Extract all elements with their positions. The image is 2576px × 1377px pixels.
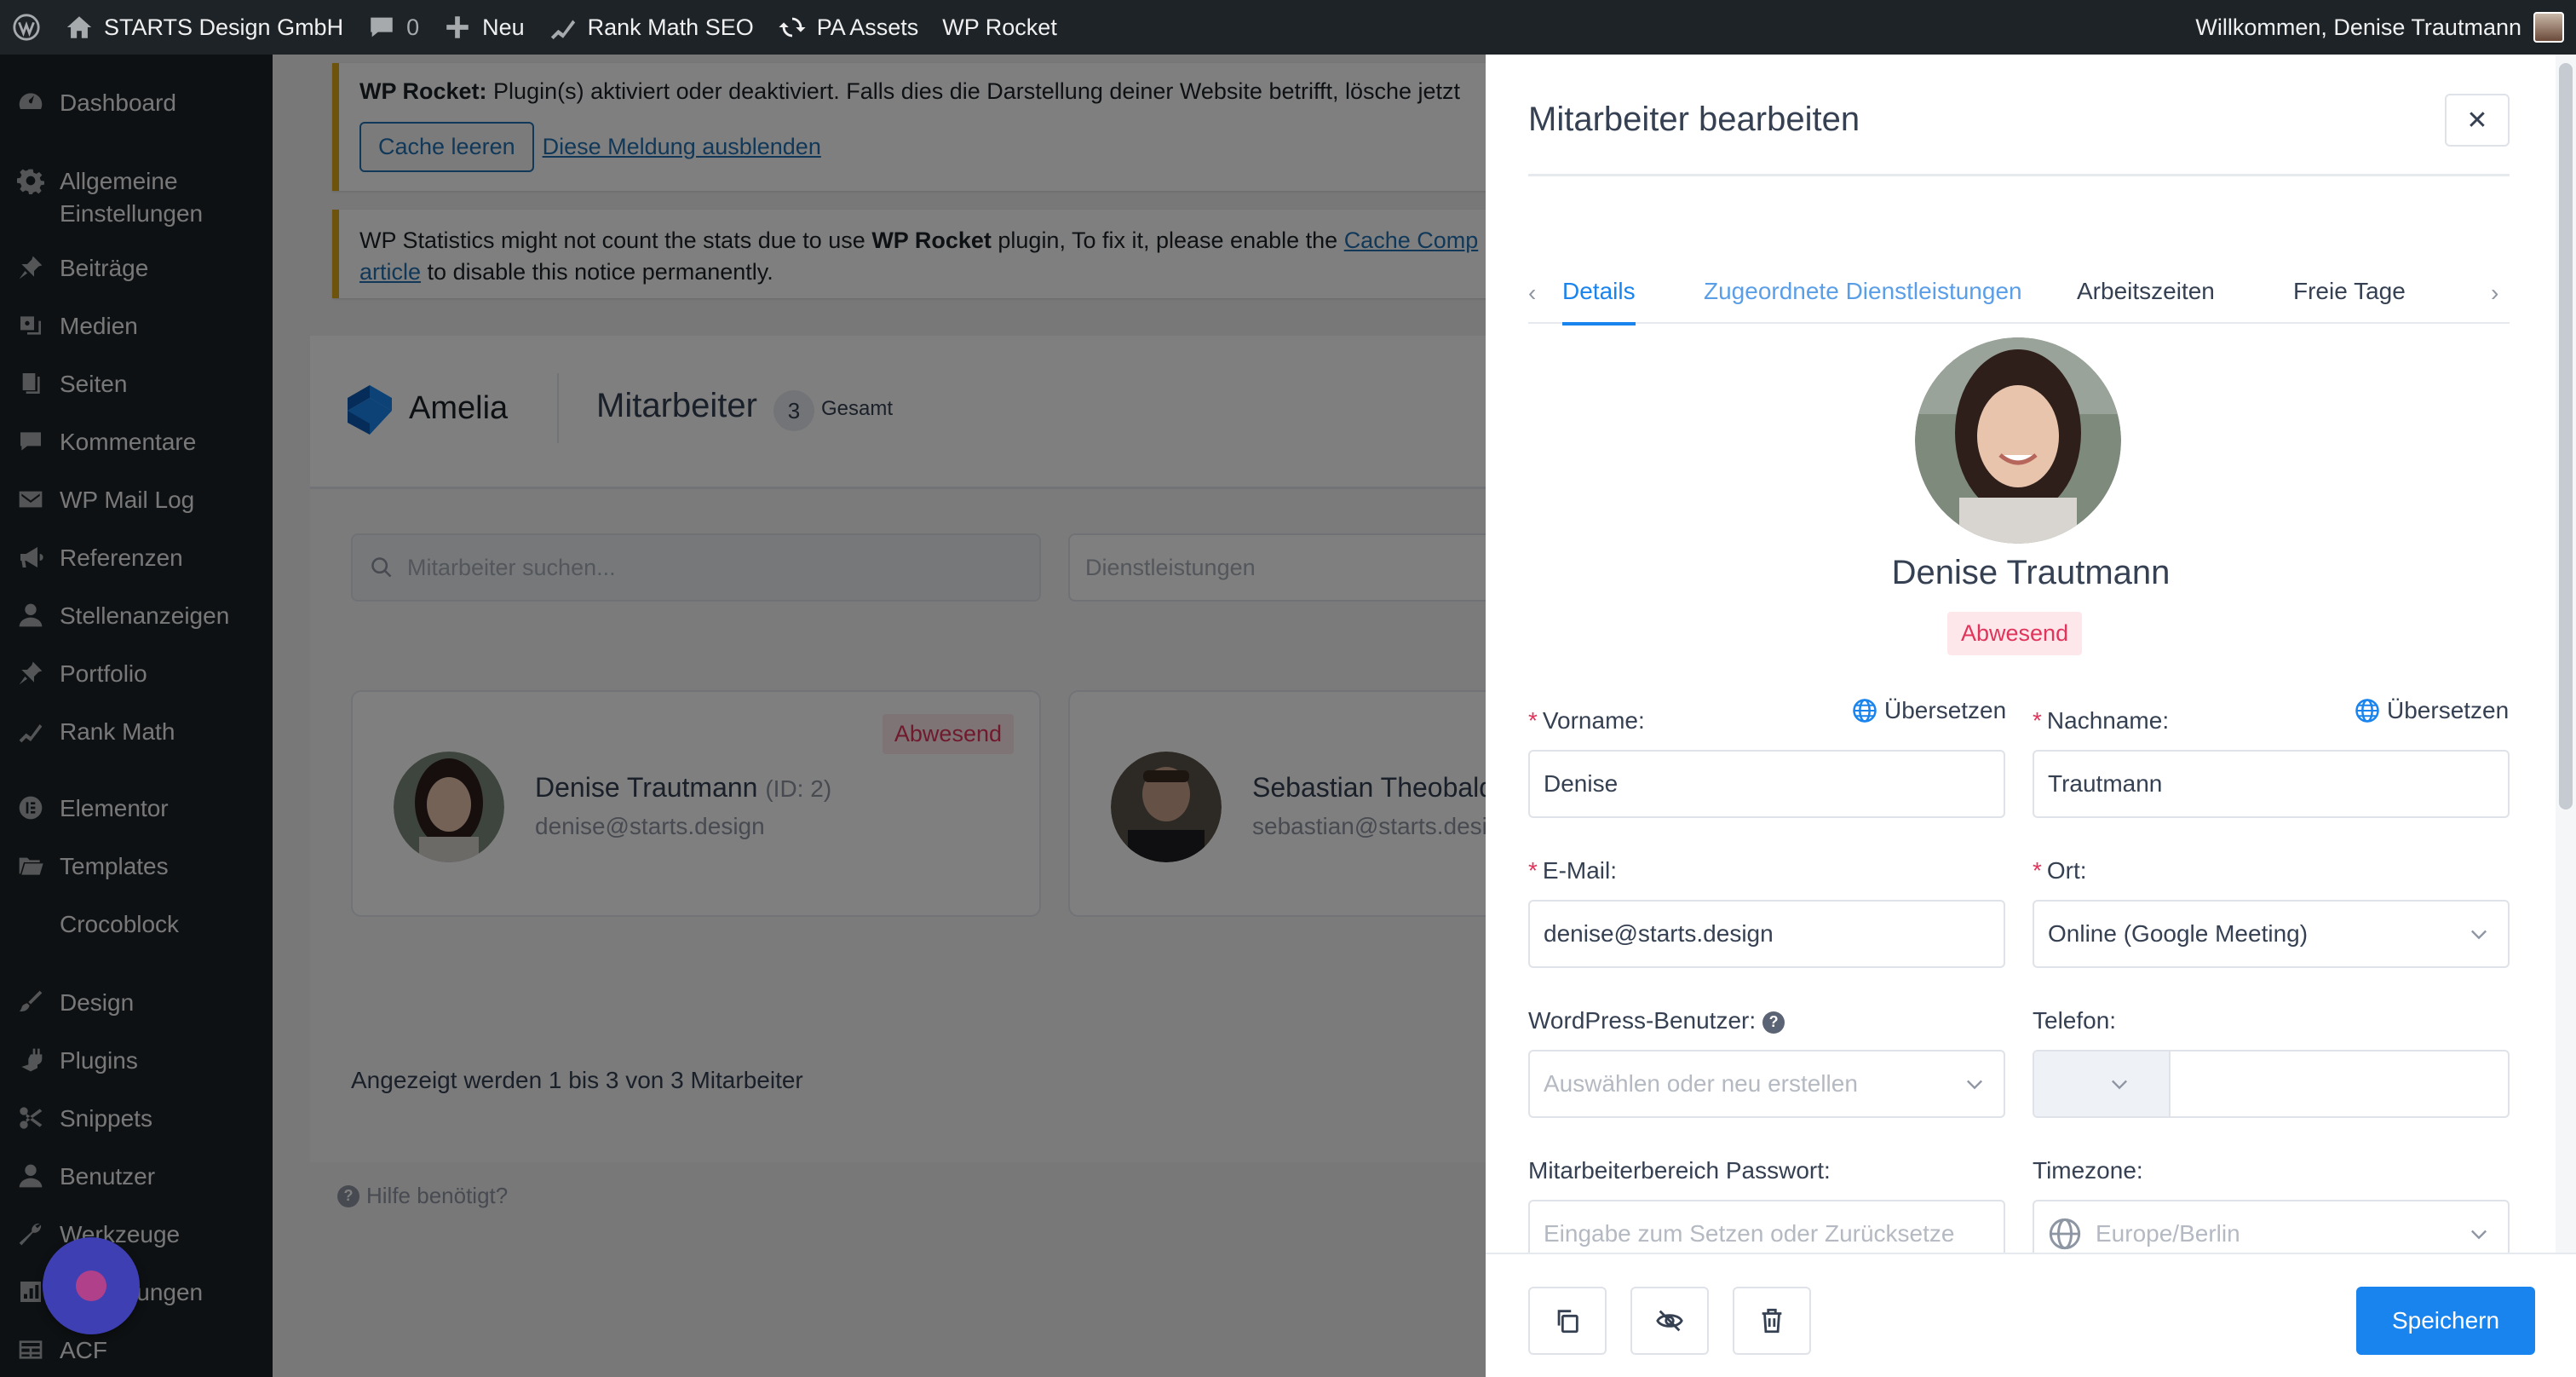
- edit-employee-drawer: Mitarbeiter bearbeiten ✕ ‹ Details Zugeo…: [1486, 55, 2576, 1377]
- tab-working-hours[interactable]: Arbeitszeiten: [2077, 278, 2215, 305]
- chevron-down-icon: [2471, 930, 2487, 940]
- wp-rocket-link[interactable]: WP Rocket: [930, 0, 1069, 55]
- site-name-link[interactable]: STARTS Design GmbH: [53, 0, 355, 55]
- password-label: Mitarbeiterbereich Passwort:: [1528, 1157, 1831, 1184]
- account-menu[interactable]: Willkommen, Denise Trautmann: [2195, 0, 2564, 55]
- rankmath-label: Rank Math SEO: [587, 14, 754, 40]
- profile-name: Denise Trautmann: [1891, 554, 2171, 591]
- wp-user-label: WordPress-Benutzer:?: [1528, 1007, 1785, 1034]
- translate-firstname-button[interactable]: Übersetzen: [1852, 697, 2006, 724]
- question-icon[interactable]: ?: [1762, 1011, 1785, 1034]
- tabs-prev-chevron-icon[interactable]: ‹: [1528, 279, 1536, 307]
- admin-bar: STARTS Design GmbH 0 Neu Rank Math SEO P…: [0, 0, 2576, 55]
- tab-assigned-services[interactable]: Zugeordnete Dienstleistungen: [1704, 278, 2022, 305]
- rankmath-icon: [550, 20, 575, 40]
- globe-icon: [2049, 1218, 2081, 1250]
- firstname-input[interactable]: Denise: [1528, 750, 2005, 818]
- new-content-link[interactable]: Neu: [431, 0, 537, 55]
- email-input[interactable]: denise@starts.design: [1528, 900, 2005, 968]
- plus-icon: [446, 16, 469, 38]
- phone-input[interactable]: [2171, 1051, 2508, 1116]
- eye-off-icon: [1656, 1310, 1683, 1332]
- drawer-divider: [1528, 174, 2510, 176]
- copy-icon: [1557, 1310, 1578, 1334]
- drawer-title: Mitarbeiter bearbeiten: [1528, 101, 1860, 138]
- home-icon: [66, 16, 92, 38]
- email-label-text: E-Mail:: [1542, 857, 1618, 884]
- lastname-input[interactable]: Trautmann: [2033, 750, 2510, 818]
- chevron-down-icon: [2471, 1230, 2487, 1240]
- close-drawer-button[interactable]: ✕: [2445, 94, 2510, 147]
- rankmath-seo-link[interactable]: Rank Math SEO: [537, 0, 766, 55]
- wp-rocket-label: WP Rocket: [942, 14, 1057, 40]
- wp-user-placeholder: Auswählen oder neu erstellen: [1544, 1070, 1858, 1097]
- drawer-tabs: ‹ Details Zugeordnete Dienstleistungen A…: [1528, 256, 2510, 326]
- profile-status-badge: Abwesend: [1947, 612, 2083, 655]
- bubble-dot-icon: [76, 1270, 106, 1301]
- comment-icon: [371, 17, 393, 37]
- tab-details[interactable]: Details: [1562, 278, 1636, 326]
- location-value: Online (Google Meeting): [2048, 920, 2309, 947]
- translate-lastname-button[interactable]: Übersetzen: [2355, 697, 2509, 724]
- drawer-footer: Speichern: [1486, 1253, 2576, 1377]
- translate-label: Übersetzen: [1884, 697, 2007, 723]
- firstname-label: * Vorname:: [1528, 707, 1645, 734]
- pa-assets-link[interactable]: PA Assets: [766, 0, 931, 55]
- wordpress-logo-icon[interactable]: [0, 0, 53, 55]
- close-icon: ✕: [2466, 106, 2488, 135]
- location-select[interactable]: Online (Google Meeting): [2033, 900, 2510, 968]
- trash-icon: [1762, 1308, 1782, 1334]
- wp-user-label-text: WordPress-Benutzer:: [1528, 1007, 1757, 1034]
- lastname-label: * Nachname:: [2033, 707, 2170, 734]
- new-label: Neu: [482, 14, 525, 40]
- comments-link[interactable]: 0: [355, 0, 431, 55]
- timezone-placeholder: Europe/Berlin: [2096, 1220, 2240, 1247]
- location-label-text: Ort:: [2046, 857, 2087, 884]
- duplicate-button[interactable]: [1528, 1287, 1607, 1355]
- globe-icon: [2355, 699, 2379, 723]
- chevron-down-icon: [1967, 1080, 1982, 1090]
- timezone-label: Timezone:: [2033, 1157, 2143, 1184]
- email-label: * E-Mail:: [1528, 857, 1618, 884]
- site-name: STARTS Design GmbH: [104, 14, 344, 40]
- firstname-label-text: Vorname:: [1542, 707, 1645, 734]
- modal-overlay[interactable]: [0, 55, 1486, 1377]
- comments-count: 0: [406, 14, 420, 40]
- globe-icon: [1853, 699, 1877, 723]
- welcome-text: Willkommen, Denise Trautmann: [2195, 14, 2521, 40]
- phone-country-select[interactable]: [2034, 1051, 2171, 1116]
- drawer-scrollbar-thumb[interactable]: [2559, 63, 2573, 809]
- refresh-icon: [779, 17, 806, 37]
- phone-field: [2033, 1050, 2510, 1118]
- pa-assets-label: PA Assets: [816, 14, 919, 40]
- wp-user-select[interactable]: Auswählen oder neu erstellen: [1528, 1050, 2005, 1118]
- chevron-down-icon: [2112, 1080, 2127, 1090]
- lastname-label-text: Nachname:: [2046, 707, 2170, 734]
- tabs-next-chevron-icon[interactable]: ›: [2491, 279, 2498, 307]
- hide-button[interactable]: [1630, 1287, 1709, 1355]
- profile-avatar[interactable]: [1915, 337, 2121, 544]
- save-button[interactable]: Speichern: [2356, 1287, 2535, 1355]
- phone-label: Telefon:: [2033, 1007, 2117, 1034]
- location-label: * Ort:: [2033, 857, 2087, 884]
- tab-days-off[interactable]: Freie Tage: [2293, 278, 2406, 305]
- user-avatar: [2533, 12, 2564, 43]
- floating-chat-bubble[interactable]: [43, 1237, 140, 1334]
- translate-label: Übersetzen: [2387, 697, 2510, 723]
- delete-button[interactable]: [1733, 1287, 1811, 1355]
